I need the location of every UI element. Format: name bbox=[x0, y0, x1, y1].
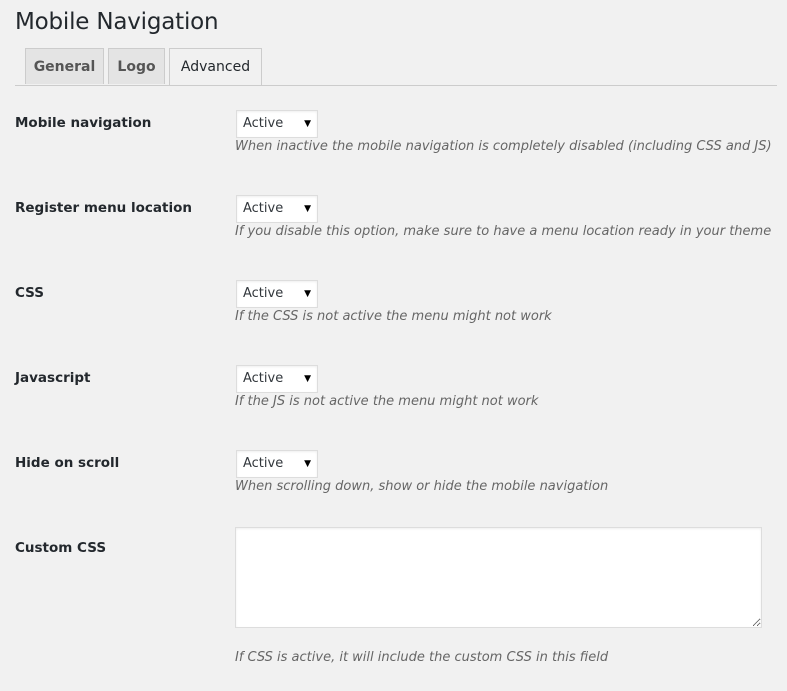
dropdown-arrow-icon: ▼ bbox=[304, 374, 311, 384]
setting-label: Custom CSS bbox=[15, 540, 107, 556]
setting-description: If the JS is not active the menu might n… bbox=[235, 394, 539, 409]
setting-label: Mobile navigation bbox=[15, 115, 152, 131]
tab-bar: General Logo Advanced bbox=[15, 48, 777, 86]
select-value: Active bbox=[243, 201, 284, 216]
select-value: Active bbox=[243, 286, 284, 301]
dropdown-arrow-icon: ▼ bbox=[304, 289, 311, 299]
hide-on-scroll-select[interactable]: Active ▼ bbox=[236, 450, 318, 478]
setting-description: If CSS is active, it will include the cu… bbox=[235, 650, 609, 665]
tab-advanced[interactable]: Advanced bbox=[169, 48, 262, 85]
tab-general[interactable]: General bbox=[25, 48, 104, 84]
mobile-navigation-select[interactable]: Active ▼ bbox=[236, 110, 318, 138]
settings-page: Mobile Navigation General Logo Advanced … bbox=[0, 0, 787, 691]
setting-description: If you disable this option, make sure to… bbox=[235, 224, 772, 239]
setting-label: Register menu location bbox=[15, 200, 192, 216]
setting-description: When scrolling down, show or hide the mo… bbox=[235, 479, 609, 494]
select-value: Active bbox=[243, 456, 284, 471]
setting-label: Javascript bbox=[15, 370, 91, 386]
setting-description: If the CSS is not active the menu might … bbox=[235, 309, 552, 324]
setting-description: When inactive the mobile navigation is c… bbox=[235, 139, 772, 154]
setting-label: Hide on scroll bbox=[15, 455, 120, 471]
setting-label: CSS bbox=[15, 285, 44, 301]
select-value: Active bbox=[243, 116, 284, 131]
dropdown-arrow-icon: ▼ bbox=[304, 459, 311, 469]
custom-css-textarea[interactable] bbox=[235, 527, 762, 628]
dropdown-arrow-icon: ▼ bbox=[304, 119, 311, 129]
page-title: Mobile Navigation bbox=[15, 9, 219, 35]
select-value: Active bbox=[243, 371, 284, 386]
tab-logo[interactable]: Logo bbox=[108, 48, 165, 84]
dropdown-arrow-icon: ▼ bbox=[304, 204, 311, 214]
register-menu-location-select[interactable]: Active ▼ bbox=[236, 195, 318, 223]
css-select[interactable]: Active ▼ bbox=[236, 280, 318, 308]
javascript-select[interactable]: Active ▼ bbox=[236, 365, 318, 393]
